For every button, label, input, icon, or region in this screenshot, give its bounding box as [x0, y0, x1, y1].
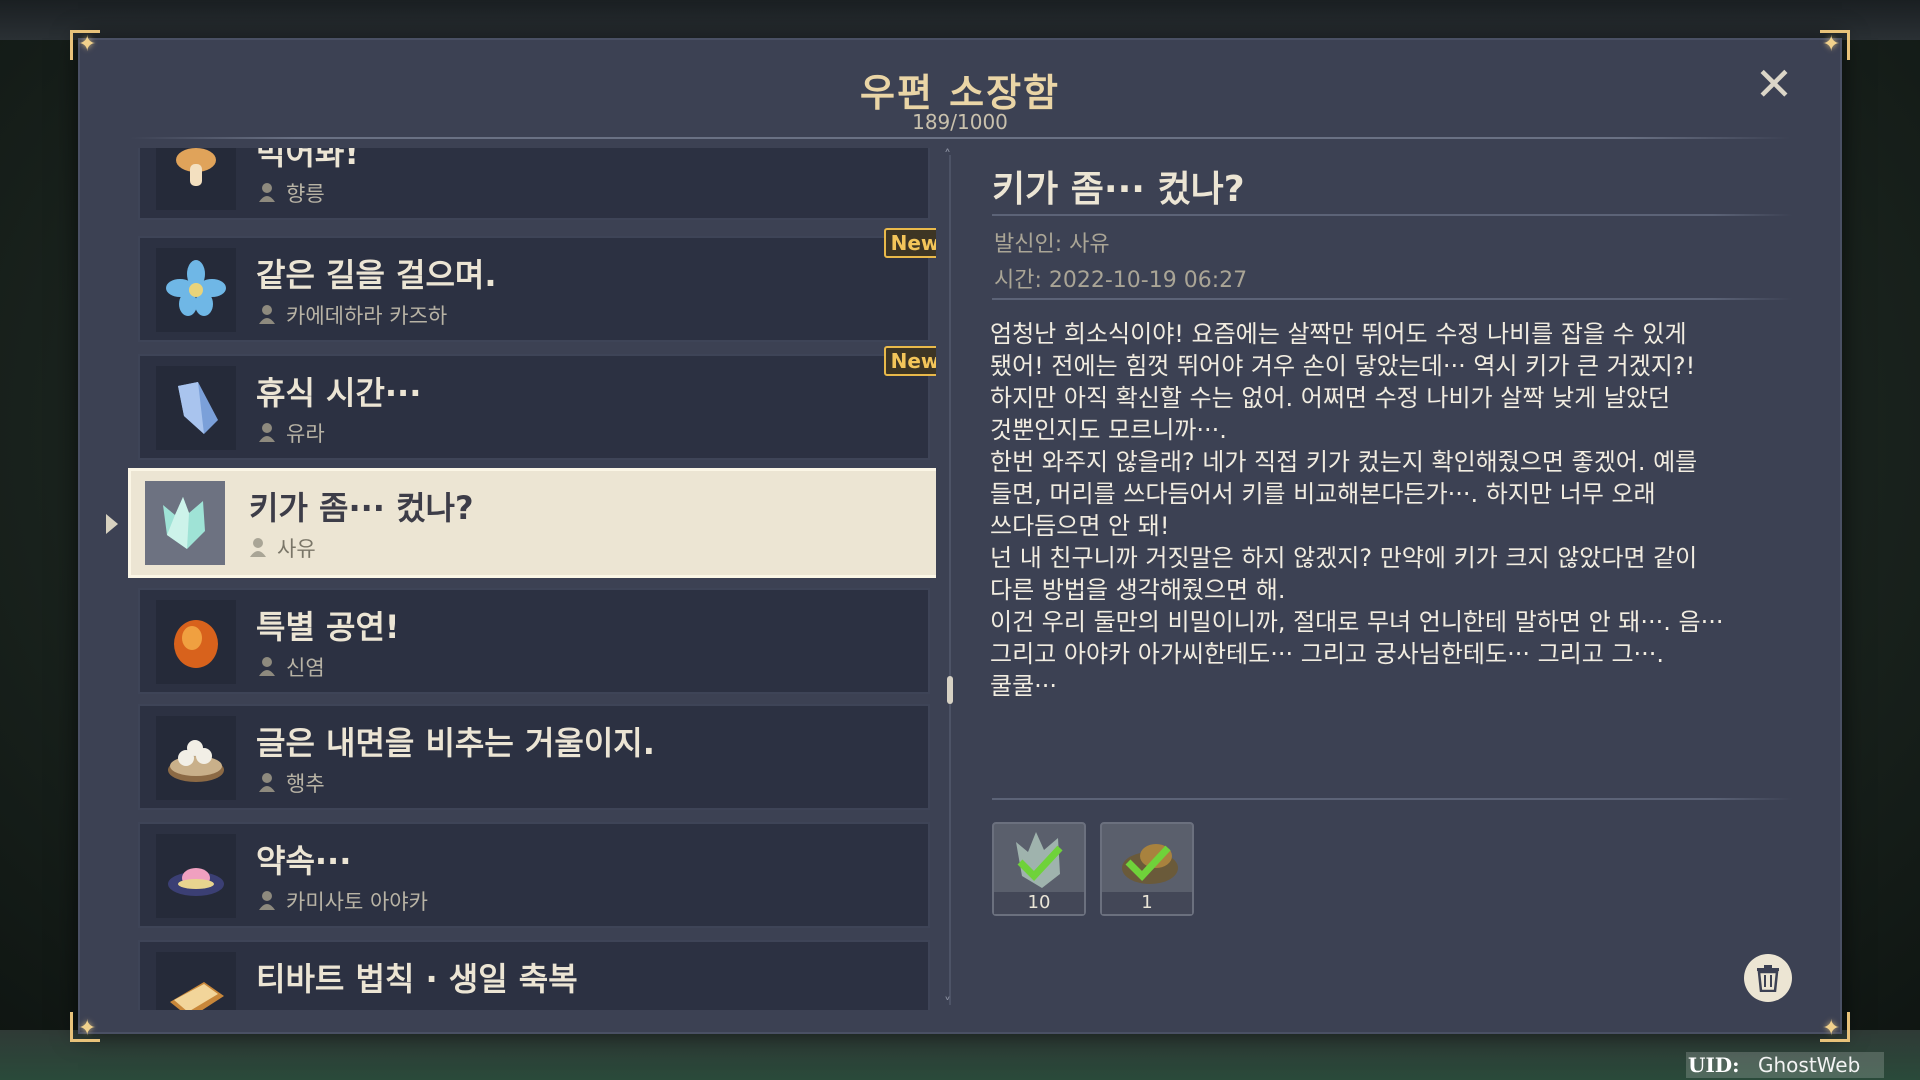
- page-title: 우편 소장함: [859, 71, 1061, 115]
- mail-subject: 휴식 시간···: [256, 374, 422, 412]
- mail-sender: 유라: [286, 422, 325, 446]
- background-top-bar: [0, 0, 1920, 40]
- divider: [130, 137, 1790, 139]
- mail-item[interactable]: 휴식 시간··· 유라 New: [138, 346, 936, 460]
- crystal-chunk-icon: [1016, 832, 1063, 888]
- mushroom-icon: [156, 148, 236, 210]
- mail-item[interactable]: 티바트 법칙 · 생일 축복: [138, 940, 930, 1010]
- divider: [992, 798, 1792, 800]
- new-badge: New: [884, 228, 936, 258]
- mail-item[interactable]: 글은 내면을 비추는 거울이지. 행추: [138, 704, 930, 810]
- mail-detail-sender: 발신인: 사유: [994, 232, 1110, 257]
- mail-item[interactable]: 같은 길을 걸으며. 카에데하라 카즈하 New: [138, 228, 936, 342]
- person-icon: [259, 657, 275, 676]
- person-icon: [259, 183, 275, 202]
- mail-sender: 사유: [277, 537, 316, 561]
- mail-item[interactable]: 약속··· 카미사토 아야카: [138, 822, 930, 928]
- mail-sender: 향릉: [286, 182, 325, 206]
- mail-subject: 특별 공연!: [256, 608, 400, 646]
- mail-list[interactable]: 먹어봐! 향릉 같은 길을 걸으며. 카에데하라 카즈하 New 휴식 시간··…: [128, 148, 936, 1010]
- background-bottom: [0, 1030, 1920, 1080]
- amber-stone-icon: [156, 600, 236, 684]
- person-icon: [259, 423, 275, 442]
- uid-label: UID:: [1688, 1053, 1740, 1077]
- mail-item-selected[interactable]: 키가 좀··· 컸나? 사유: [128, 468, 936, 578]
- dessert-plate-icon: [156, 834, 236, 918]
- scroll-down-icon: ˅: [944, 996, 951, 1012]
- mail-detail-title: 키가 좀··· 컸나?: [992, 169, 1245, 210]
- crystal-chunk-icon: [145, 481, 225, 565]
- star-icon: ✦: [1822, 32, 1841, 57]
- mail-subject: 먹어봐!: [256, 148, 359, 172]
- divider: [992, 214, 1792, 216]
- new-badge: New: [884, 346, 936, 376]
- meal-icon: [1122, 844, 1178, 884]
- close-icon: ✕: [1754, 57, 1794, 111]
- crystal-icon: [156, 366, 236, 450]
- scroll-up-icon: ˄: [944, 148, 951, 164]
- mail-subject: 글은 내면을 비추는 거울이지.: [256, 724, 655, 762]
- person-icon: [259, 305, 275, 324]
- mail-item[interactable]: 특별 공연! 신염: [138, 588, 930, 694]
- scrollbar-track[interactable]: [949, 155, 951, 1005]
- scrollbar-thumb[interactable]: [947, 676, 953, 704]
- attachment-item[interactable]: 10: [992, 822, 1086, 916]
- mail-subject: 티바트 법칙 · 생일 축복: [256, 960, 578, 998]
- flower-icon: [156, 248, 236, 332]
- mail-detail-body: 엄청난 희소식이야! 요즘에는 살짝만 뛰어도 수정 나비를 잡을 수 있게 됐…: [990, 320, 1724, 700]
- mail-sender: 행추: [286, 772, 325, 796]
- dumpling-tray-icon: [156, 716, 236, 800]
- mail-item[interactable]: 먹어봐! 향릉: [138, 148, 930, 220]
- attachment-quantity: 10: [994, 892, 1084, 914]
- mail-detail-time: 시간: 2022-10-19 06:27: [994, 268, 1248, 293]
- mail-subject: 약속···: [256, 842, 352, 880]
- delete-button[interactable]: [1744, 954, 1792, 1002]
- mail-count: 189/1000: [912, 110, 1008, 134]
- star-icon: ✦: [1822, 1016, 1841, 1041]
- mail-sender: 신염: [286, 656, 325, 680]
- selection-arrow-icon: [106, 514, 118, 534]
- mail-sender: 카미사토 아야카: [286, 890, 428, 914]
- mail-subject: 같은 길을 걸으며.: [256, 256, 497, 294]
- attachment-quantity: 1: [1102, 892, 1192, 914]
- star-icon: ✦: [78, 32, 97, 57]
- trash-icon: [1757, 965, 1779, 992]
- attachment-item[interactable]: 1: [1100, 822, 1194, 916]
- close-button[interactable]: ✕: [1752, 61, 1796, 107]
- mail-subject: 키가 좀··· 컸나?: [249, 489, 474, 527]
- uid-value: GhostWeb: [1758, 1053, 1861, 1077]
- uid-display: UID: GhostWeb: [1686, 1052, 1884, 1078]
- person-icon: [259, 773, 275, 792]
- person-icon: [259, 891, 275, 910]
- mail-sender: 카에데하라 카즈하: [286, 304, 448, 328]
- scroll-icon: [156, 952, 236, 1010]
- person-icon: [250, 538, 266, 557]
- divider: [992, 298, 1792, 300]
- star-icon: ✦: [78, 1016, 97, 1041]
